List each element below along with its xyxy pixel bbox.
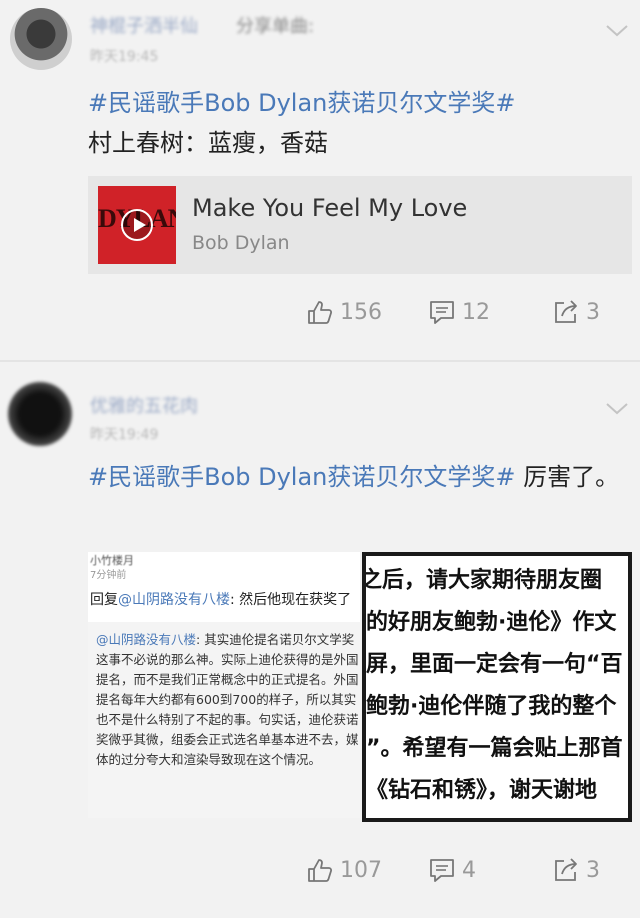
chevron-down-icon[interactable] bbox=[604, 20, 630, 40]
share-count: 3 bbox=[586, 299, 600, 325]
image-text-line: ”。希望有一篇会贴上那首 bbox=[366, 736, 623, 761]
avatar[interactable] bbox=[10, 8, 72, 70]
album-art[interactable]: DYLAN bbox=[98, 186, 176, 264]
thumbs-up-icon bbox=[308, 859, 333, 882]
image-text-line: 鲍勃·迪伦伴随了我的整个 bbox=[366, 694, 617, 719]
image-text-line: 《钻石和锈》，谢天谢地 bbox=[366, 778, 598, 803]
share-button[interactable]: 3 bbox=[552, 856, 600, 884]
song-artist: Bob Dylan bbox=[192, 232, 290, 254]
comment-icon bbox=[430, 301, 454, 324]
song-title: Make You Feel My Love bbox=[192, 194, 468, 222]
post-text: 村上春树：蓝瘦，香菇 bbox=[88, 129, 328, 157]
image-text-line: 之后，请大家期待朋友圈 bbox=[366, 568, 603, 593]
share-count: 3 bbox=[586, 857, 600, 883]
play-icon[interactable] bbox=[121, 209, 153, 241]
image-page: 之后，请大家期待朋友圈 的好朋友鲍勃·迪伦》作文 屏，里面一定会有一句“百 鲍勃… bbox=[366, 556, 628, 818]
share-icon bbox=[555, 300, 577, 323]
chevron-down-icon[interactable] bbox=[604, 398, 630, 418]
like-button[interactable]: 156 bbox=[306, 298, 382, 326]
image-text-line: 屏，里面一定会有一句“百 bbox=[366, 652, 623, 677]
share-icon bbox=[555, 858, 577, 881]
avatar[interactable] bbox=[8, 382, 72, 446]
like-count: 107 bbox=[340, 857, 382, 883]
share-button[interactable]: 3 bbox=[552, 298, 600, 326]
post-hashtag[interactable]: #民谣歌手Bob Dylan获诺贝尔文学奖# bbox=[88, 463, 516, 491]
weibo-post-1: 神棍子洒半仙 分享单曲: 昨天19:45 #民谣歌手Bob Dylan获诺贝尔文… bbox=[0, 0, 640, 360]
comment-button[interactable]: 4 bbox=[428, 856, 476, 884]
comment-button[interactable]: 12 bbox=[428, 298, 490, 326]
image-text-line: 的好朋友鲍勃·迪伦》作文 bbox=[366, 610, 617, 635]
post-hashtag[interactable]: #民谣歌手Bob Dylan获诺贝尔文学奖# bbox=[88, 84, 628, 122]
comment-count: 4 bbox=[462, 857, 476, 883]
thumbs-up-icon bbox=[308, 301, 333, 324]
post-text: #民谣歌手Bob Dylan获诺贝尔文学奖# 厉害了。 bbox=[88, 463, 620, 491]
comment-icon bbox=[430, 859, 454, 882]
username[interactable]: 优雅的五花肉 bbox=[90, 392, 198, 418]
music-card[interactable]: DYLAN Make You Feel My Love Bob Dylan bbox=[88, 176, 632, 274]
attached-image-text[interactable]: 之后，请大家期待朋友圈 的好朋友鲍勃·迪伦》作文 屏，里面一定会有一句“百 鲍勃… bbox=[362, 552, 632, 822]
timestamp: 昨天19:49 bbox=[90, 427, 159, 443]
like-button[interactable]: 107 bbox=[306, 856, 382, 884]
username[interactable]: 神棍子洒半仙 bbox=[90, 12, 198, 38]
like-count: 156 bbox=[340, 299, 382, 325]
share-song-label: 分享单曲: bbox=[236, 16, 315, 37]
attached-image-screenshot[interactable]: 小竹楼月 7分钟前 回复@山阴路没有八楼: 然后他现在获奖了 @山阴路没有八楼:… bbox=[88, 552, 360, 818]
timestamp: 昨天19:45 bbox=[90, 49, 159, 65]
comment-count: 12 bbox=[462, 299, 490, 325]
weibo-post-2: 优雅的五花肉 昨天19:49 #民谣歌手Bob Dylan获诺贝尔文学奖# 厉害… bbox=[0, 362, 640, 918]
